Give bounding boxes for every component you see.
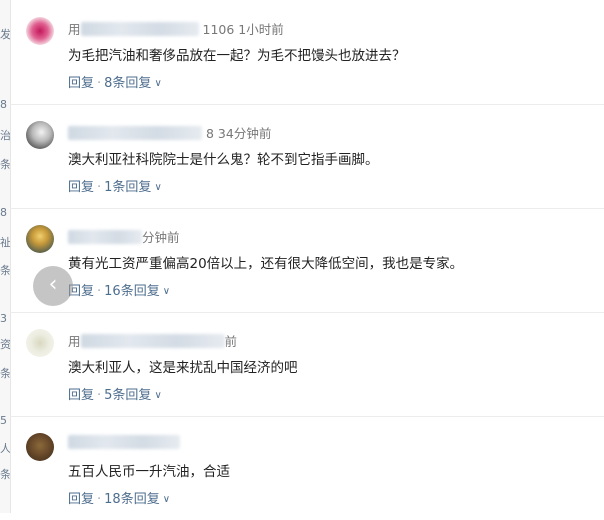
comment-actions: 回复 · 16条回复 ∨ [68, 284, 171, 299]
replies-count: 8条回复 [104, 76, 152, 91]
strip-char: 条 [0, 158, 10, 171]
username[interactable]: 用 [68, 22, 81, 37]
comment-actions: 回复 · 18条回复 ∨ [68, 492, 171, 507]
comment-text: 澳大利亚人，这是来扰乱中国经济的吧 [68, 360, 298, 376]
redacted-username [80, 22, 199, 36]
reply-button[interactable]: 回复 [68, 180, 94, 195]
avatar[interactable] [26, 329, 54, 357]
replies-count: 16条回复 [104, 284, 160, 299]
view-replies-button[interactable]: 16条回复 ∨ [104, 284, 170, 299]
strip-char: 资 [0, 338, 10, 351]
comment-item: 8 34分钟前 澳大利亚社科院院士是什么鬼？轮不到它指手画脚。 回复 · 1条回复 ∨ [10, 104, 604, 209]
redacted-username [68, 126, 202, 140]
comment-text: 为毛把汽油和奢侈品放在一起？为毛不把馒头也放进去？ [68, 48, 406, 64]
comment-list: 用 1106 1小时前 为毛把汽油和奢侈品放在一起？为毛不把馒头也放进去？ 回复… [10, 0, 604, 513]
comment-meta: 用前 [68, 331, 237, 350]
avatar[interactable] [26, 17, 54, 45]
timestamp: 分钟前 [142, 230, 180, 245]
strip-char: 祉 [0, 236, 10, 249]
strip-char: 条 [0, 264, 10, 277]
strip-char: 8 [0, 206, 7, 219]
chevron-left-icon: ‹ [48, 272, 58, 297]
comment-item: 用前 澳大利亚人，这是来扰乱中国经济的吧 回复 · 5条回复 ∨ [10, 312, 604, 417]
strip-char: 3 [0, 312, 7, 325]
view-replies-button[interactable]: 8条回复 ∨ [104, 76, 162, 91]
view-replies-button[interactable]: 18条回复 ∨ [104, 492, 170, 507]
comment-text: 黄有光工资严重偏高20倍以上，还有很大降低空间，我也是专家。 [68, 256, 464, 272]
prev-arrow-button[interactable]: ‹ [33, 266, 73, 306]
avatar[interactable] [26, 121, 54, 149]
redacted-username [68, 435, 180, 449]
avatar[interactable] [26, 433, 54, 461]
comment-meta [68, 435, 180, 450]
timestamp: 8 34分钟前 [205, 126, 272, 141]
comment-meta: 8 34分钟前 [68, 123, 271, 142]
reply-button[interactable]: 回复 [68, 492, 94, 507]
chevron-down-icon: ∨ [162, 286, 171, 297]
strip-char: 人 [0, 442, 10, 455]
comment-text: 澳大利亚社科院院士是什么鬼？轮不到它指手画脚。 [68, 152, 379, 168]
username[interactable]: 用 [68, 334, 81, 349]
redacted-username [68, 230, 142, 244]
strip-char: 8 [0, 98, 7, 111]
timestamp: 前 [224, 334, 238, 349]
comment-meta: 用 1106 1小时前 [68, 19, 284, 38]
chevron-down-icon: ∨ [162, 494, 171, 505]
replies-count: 18条回复 [104, 492, 160, 507]
redacted-username [80, 334, 225, 348]
strip-char: 5 [0, 414, 7, 427]
comment-actions: 回复 · 5条回复 ∨ [68, 388, 162, 403]
comment-item: 五百人民币一升汽油，合适 回复 · 18条回复 ∨ [10, 416, 604, 520]
strip-char: 条 [0, 468, 10, 481]
reply-button[interactable]: 回复 [68, 388, 94, 403]
comment-item: 分钟前 黄有光工资严重偏高20倍以上，还有很大降低空间，我也是专家。 回复 · 16… [10, 208, 604, 313]
replies-count: 5条回复 [104, 388, 152, 403]
comment-text: 五百人民币一升汽油，合适 [68, 464, 230, 480]
comment-meta: 分钟前 [68, 227, 180, 246]
comment-actions: 回复 · 8条回复 ∨ [68, 76, 162, 91]
chevron-down-icon: ∨ [154, 182, 162, 193]
comment-item: 用 1106 1小时前 为毛把汽油和奢侈品放在一起？为毛不把馒头也放进去？ 回复… [10, 0, 604, 105]
strip-char: 治 [0, 129, 10, 142]
replies-count: 1条回复 [104, 180, 152, 195]
chevron-down-icon: ∨ [154, 78, 162, 89]
reply-button[interactable]: 回复 [68, 76, 94, 91]
comment-actions: 回复 · 1条回复 ∨ [68, 180, 162, 195]
timestamp: 1106 1小时前 [202, 22, 284, 37]
view-replies-button[interactable]: 5条回复 ∨ [104, 388, 162, 403]
avatar[interactable] [26, 225, 54, 253]
view-replies-button[interactable]: 1条回复 ∨ [104, 180, 162, 195]
strip-char: 发 [0, 28, 10, 41]
chevron-down-icon: ∨ [154, 390, 162, 401]
strip-char: 条 [0, 367, 10, 380]
